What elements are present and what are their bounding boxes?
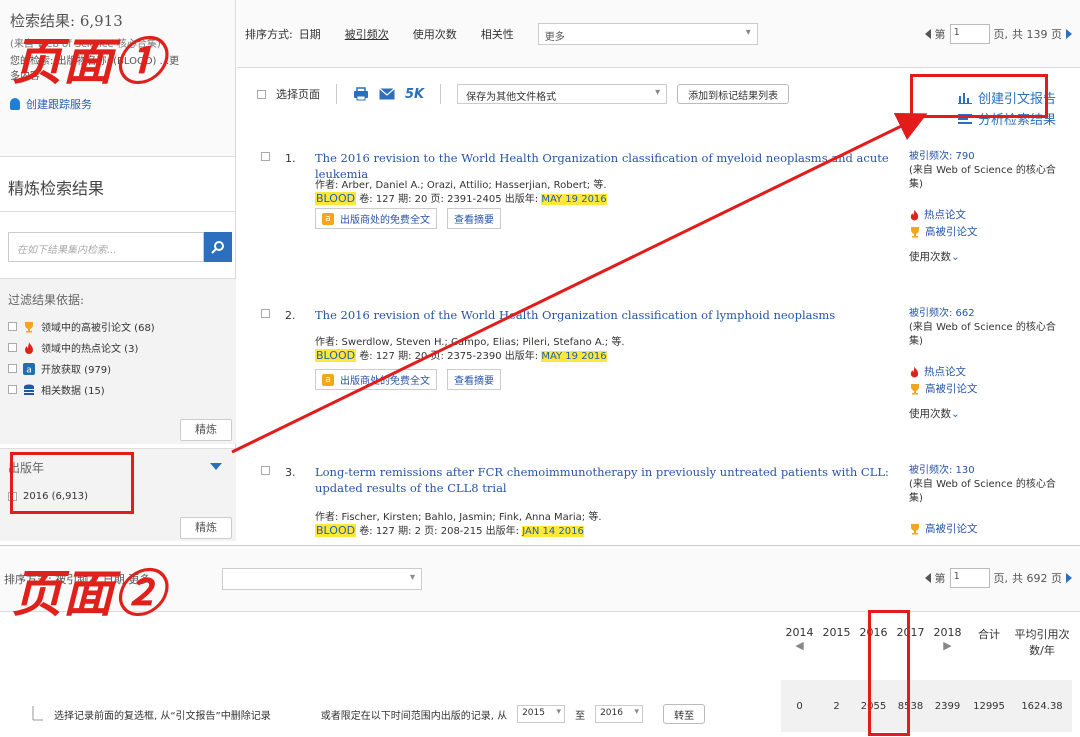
year-header-row: 2014 ◀ 2015 2016 2017 2018 ▶ 合计 平均引用次数/年 — [781, 622, 1072, 680]
pager-2: 第 1 页, 共 692 页 — [924, 568, 1072, 588]
avg-header: 平均引用次数/年 — [1014, 628, 1070, 657]
from-year-select[interactable]: 2015 — [517, 705, 566, 723]
to-year-select[interactable]: 2016 — [595, 705, 644, 723]
next-page-icon[interactable] — [1066, 573, 1072, 583]
range-hint: 或者限定在以下时间范围内出版的记录, 从 — [320, 710, 508, 722]
citation-values-row: 0 2 2055 8538 2399 12995 1624.38 — [781, 680, 1072, 732]
pager-mid: 页, — [993, 572, 1009, 585]
page-input[interactable]: 1 — [949, 568, 990, 588]
go-button[interactable]: 转至 — [663, 704, 706, 724]
year-2018-header[interactable]: 2018 ▶ — [929, 622, 966, 680]
year-label: 2018 — [933, 626, 962, 639]
chevron-left-icon: ◀ — [795, 639, 804, 652]
panel-2: 排序方式: 被引频次 日期 更多 第 1 页, 共 692 页 2014◀ 20… — [0, 545, 1080, 737]
pager-prefix: 第 — [934, 572, 946, 585]
value-cell: 2399 — [929, 680, 966, 732]
citation-year-table: 2014 ◀ 2015 2016 2017 2018 ▶ 合计 平均引用次数/年 0… — [781, 622, 1072, 732]
to-label: 至 — [575, 710, 586, 722]
year-2015-header: 2015 — [822, 626, 851, 639]
total-header: 合计 — [978, 628, 1000, 641]
chevron-right-icon: ▶ — [943, 639, 952, 652]
value-cell: 0 — [781, 680, 818, 732]
panel-1: 检索结果: 6,913 (来自 Web of Science 核心合集) 您的检… — [0, 0, 1080, 541]
value-cell: 1624.38 — [1012, 680, 1072, 732]
page-2-stamp: 页面② — [12, 564, 165, 623]
highlight-box-2017 — [868, 610, 910, 736]
sort-more-select-2[interactable] — [222, 568, 422, 590]
pager-total: 共 692 页 — [1012, 572, 1062, 585]
arrow-annotation — [231, 113, 928, 454]
report-filter-line: 选择记录前面的复选框, 从“引文报告”中删除记录 或者限定在以下时间范围内出版的… — [30, 704, 706, 724]
prev-page-icon[interactable] — [924, 573, 931, 583]
year-2014-header[interactable]: 2014 ◀ — [781, 622, 818, 680]
year-label: 2014 — [785, 626, 814, 639]
arrow-down-icon — [32, 706, 43, 721]
value-cell: 12995 — [966, 680, 1012, 732]
delete-hint: 选择记录前面的复选框, 从“引文报告”中删除记录 — [54, 710, 271, 722]
value-cell: 2 — [818, 680, 855, 732]
